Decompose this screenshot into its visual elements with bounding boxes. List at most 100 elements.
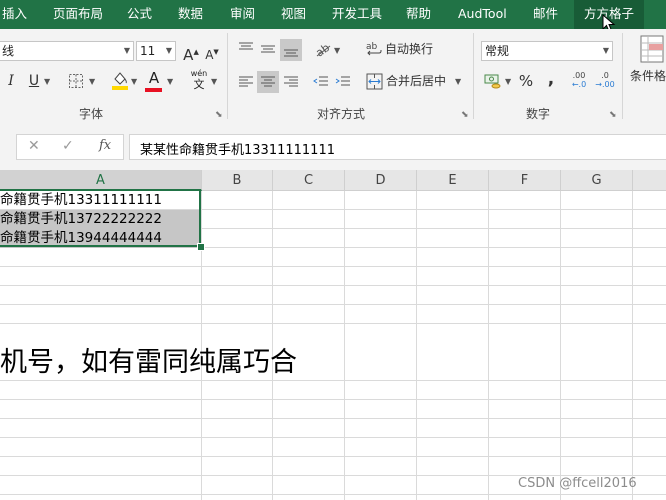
decrease-decimal-label: .0	[601, 71, 609, 80]
tab-developer[interactable]: 开发工具	[332, 0, 382, 29]
grid-line	[344, 191, 345, 500]
chevron-down-icon: ▼	[44, 77, 51, 86]
alignment-group-label: 对齐方式	[317, 107, 366, 121]
grid-line	[0, 494, 666, 495]
chevron-down-icon: ▼	[211, 77, 218, 86]
tab-page-layout[interactable]: 页面布局	[53, 0, 103, 29]
align-bottom-button[interactable]	[280, 39, 302, 61]
increase-font-size-button[interactable]: A▲	[182, 41, 200, 64]
increase-decimal-label: .00	[572, 71, 586, 80]
font-size-value: 11	[140, 44, 156, 58]
chevron-down-icon: ▼	[167, 77, 174, 86]
chevron-down-icon: ▼	[334, 46, 341, 55]
cancel-icon[interactable]: ✕	[28, 138, 40, 154]
tab-insert[interactable]: 插入	[2, 0, 27, 29]
increase-indent-icon[interactable]	[335, 74, 351, 90]
grid-line	[0, 380, 666, 381]
align-right-icon[interactable]	[283, 74, 299, 90]
conditional-formatting-button[interactable]: 条件格	[630, 65, 666, 87]
large-text-object[interactable]: 机号，如有雷同纯属巧合	[0, 340, 297, 379]
formula-content: 某某性命籍贯手机13311111111	[140, 143, 335, 158]
grid-line	[0, 285, 666, 286]
font-group-label: 字体	[79, 107, 104, 121]
conditional-formatting-icon[interactable]	[640, 35, 666, 65]
number-group-label: 数字	[526, 107, 551, 121]
comma-style-button[interactable]: ,	[546, 68, 556, 90]
decrease-indent-icon[interactable]	[313, 74, 329, 90]
borders-icon[interactable]	[68, 73, 84, 89]
align-bottom-icon	[284, 49, 298, 57]
grid-line	[0, 266, 666, 267]
phonetic-guide-button[interactable]: wén 文	[188, 68, 210, 90]
svg-text:ab: ab	[314, 41, 332, 58]
font-size-dropdown[interactable]: 11 ▼	[136, 41, 176, 61]
tab-audtool[interactable]: AudTool	[458, 0, 507, 29]
decrease-font-size-button[interactable]: A▼	[203, 41, 221, 63]
grid-line	[416, 191, 417, 500]
align-top-icon[interactable]	[238, 41, 254, 57]
tab-data[interactable]: 数据	[178, 0, 203, 29]
underline-button[interactable]: U	[26, 70, 42, 92]
ribbon-tab-bar: 插入 页面布局 公式 数据 审阅 视图 开发工具 帮助 AudTool 邮件 方…	[0, 0, 666, 33]
group-divider	[227, 33, 228, 119]
font-color-bar	[145, 88, 162, 92]
increase-decimal-button[interactable]: .00 ←.0	[568, 71, 590, 89]
align-center-icon	[261, 76, 275, 87]
column-header-f[interactable]: F	[489, 170, 561, 191]
tab-help[interactable]: 帮助	[406, 0, 431, 29]
svg-text:ab: ab	[366, 42, 378, 52]
fill-color-icon[interactable]	[111, 70, 129, 92]
align-left-icon[interactable]	[238, 74, 254, 90]
decrease-decimal-button[interactable]: .0 →.00	[594, 71, 616, 89]
align-middle-icon[interactable]	[260, 41, 276, 57]
grid-line	[560, 191, 561, 500]
number-format-dropdown[interactable]: 常规 ▼	[481, 41, 613, 61]
watermark: CSDN @ffcell2016	[518, 476, 637, 491]
chevron-down-icon: ▼	[165, 46, 172, 55]
column-header-h[interactable]	[633, 170, 666, 191]
column-header-a[interactable]: A	[0, 170, 202, 191]
wrap-text-icon[interactable]: ab	[366, 40, 382, 58]
chevron-down-icon: ▼	[123, 46, 130, 55]
grid-line	[0, 437, 666, 438]
formula-input[interactable]: 某某性命籍贯手机13311111111	[129, 134, 666, 160]
chevron-down-icon: ▼	[89, 77, 96, 86]
column-header-b[interactable]: B	[202, 170, 273, 191]
text-orientation-icon[interactable]: ab	[314, 40, 332, 58]
number-format-value: 常规	[485, 44, 510, 58]
merge-center-button[interactable]: 合并后居中	[386, 70, 446, 92]
column-header-c[interactable]: C	[273, 170, 345, 191]
grid-line	[0, 456, 666, 457]
align-center-button[interactable]	[257, 71, 279, 93]
selection-border	[0, 189, 201, 247]
grid-line	[0, 399, 666, 400]
font-name-value: 线	[2, 44, 15, 58]
tab-mailings[interactable]: 邮件	[533, 0, 558, 29]
fill-handle[interactable]	[197, 243, 205, 251]
insert-function-icon[interactable]: fx	[99, 138, 111, 153]
dialog-launcher-icon[interactable]: ⬊	[215, 110, 223, 120]
font-color-button[interactable]: A	[146, 67, 162, 89]
confirm-icon[interactable]: ✓	[62, 138, 74, 154]
dialog-launcher-icon[interactable]: ⬊	[461, 110, 469, 120]
percent-style-button[interactable]: %	[518, 70, 534, 92]
column-header-d[interactable]: D	[345, 170, 417, 191]
group-divider	[473, 33, 474, 119]
chevron-down-icon: ▼	[131, 77, 138, 86]
tab-formulas[interactable]: 公式	[127, 0, 152, 29]
phonetic-bottom-label: 文	[193, 78, 205, 91]
tab-review[interactable]: 审阅	[230, 0, 255, 29]
accounting-format-icon[interactable]	[484, 72, 502, 90]
grid-line	[0, 304, 666, 305]
merge-center-icon[interactable]	[366, 73, 383, 90]
chevron-down-icon: ▼	[505, 77, 512, 86]
italic-button[interactable]: I	[4, 70, 18, 92]
tab-view[interactable]: 视图	[281, 0, 306, 29]
dialog-launcher-icon[interactable]: ⬊	[609, 110, 617, 120]
font-name-dropdown[interactable]: 线 ▼	[0, 41, 134, 61]
grow-font-icon: A	[183, 46, 194, 64]
wrap-text-button[interactable]: 自动换行	[385, 38, 433, 60]
column-header-e[interactable]: E	[417, 170, 489, 191]
group-divider	[622, 33, 623, 119]
column-header-g[interactable]: G	[561, 170, 633, 191]
